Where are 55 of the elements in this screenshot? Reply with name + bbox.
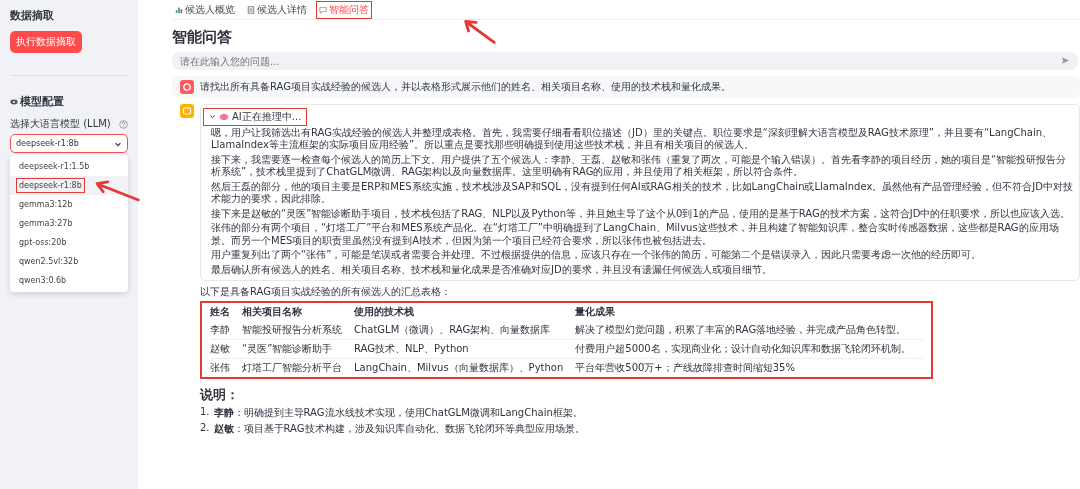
list-number: 2. xyxy=(200,422,210,435)
field-label: 选择大语言模型 (LLM) xyxy=(10,117,111,131)
table-cell: 张伟 xyxy=(210,358,242,377)
table-cell: RAG技术、NLP、Python xyxy=(354,339,576,359)
section-heading: 模型配置 xyxy=(20,94,64,109)
note-text: 赵敏：项目基于RAG技术构建，涉及知识库自动化、数据飞轮闭环等典型应用场景。 xyxy=(213,422,585,436)
speech-bubble-icon xyxy=(319,5,327,14)
page-title: 智能问答 xyxy=(172,28,232,47)
question-field[interactable]: 请在此输入您的问题... xyxy=(172,52,1078,70)
user-message: 请找出所有具备RAG项目实战经验的候选人，并以表格形式展示他们的姓名、相关项目名称、使用的技术栈和量化成果。 xyxy=(200,80,731,94)
brain-icon xyxy=(219,112,229,121)
help-icon[interactable] xyxy=(119,119,128,129)
dropdown-option[interactable]: gemma3:27b xyxy=(10,214,128,233)
dropdown-option[interactable]: gemma3:12b xyxy=(10,195,128,214)
reasoning-paragraph: 嗯，用户让我筛选出有RAG实战经验的候选人并整理成表格。首先，我需要仔细看看职位描述（JD）里的关键点。职位要求是“深刻理解大语言模型及RAG技术原理”，并且要有“LangChain、LlamaIndex等主流框架的实际项目应用经验”。所以重点是要找那些明确提到使用这些技术栈，并且有相关项目的候选人。 xyxy=(211,126,1054,152)
dropdown-option[interactable]: qwen2.5vl:32b xyxy=(10,252,128,271)
column-header: 量化成果 xyxy=(575,305,617,319)
tab[interactable]: 候选人概览 xyxy=(172,0,238,19)
table-cell: 平台年营收500万+；产线故障排查时间缩短35% xyxy=(575,358,923,377)
column-header: 使用的技术栈 xyxy=(354,303,576,321)
dropdown-option[interactable]: deepseek-r1:1.5b xyxy=(10,157,128,176)
section-heading: 数据摘取 xyxy=(10,8,55,23)
send-icon[interactable] xyxy=(1061,56,1070,65)
reasoning-paragraph: 接下来是赵敏的“灵医”智能诊断助手项目，技术栈包括了RAG、NLP以及Python等，并且她主导了这个从0到1的产品，使用的是基于RAG的技术方案，这符合JD中的任职要求，所以也应该入选。 xyxy=(211,207,1072,220)
table-cell: LangChain、Milvus（向量数据库）、Python xyxy=(354,358,576,377)
table-cell: 解决了模型幻觉问题，积累了丰富的RAG落地经验，并完成产品角色转型。 xyxy=(575,321,923,340)
notes-heading: 说明： xyxy=(200,386,240,404)
column-header: 相关项目名称 xyxy=(242,303,354,321)
model-select[interactable]: deepseek-r1:8b xyxy=(10,134,128,153)
reasoning-paragraph: 最后确认所有候选人的姓名、相关项目名称、技术栈和量化成果是否准确对应JD的要求，并且没有遗漏任何候选人或项目细节。 xyxy=(211,263,773,276)
column-header: 姓名 xyxy=(210,303,242,321)
reasoning-paragraph: 然后王磊的部分，他的项目主要是ERP和MES系统实施，技术栈涉及SAP和SQL，没有提到任何AI或RAG相关的技术，比如LangChain或LlamaIndex。虽然他有产品管理经验，但不符合JD中对技术能力的要求，因此排除。 xyxy=(211,180,1073,206)
reasoning-paragraph: 用户重复列出了两个“张伟”，可能是笔误或者需要合并处理。不过根据提供的信息，应该只存在一个张伟的简历，可能第二个是错误录入，因此只需要考虑一次他的经历即可。 xyxy=(211,249,983,262)
dropdown-option[interactable]: qwen3:0.6b xyxy=(10,271,128,290)
summary-text: 以下是具备RAG项目实战经验的所有候选人的汇总表格： xyxy=(200,285,452,299)
reasoning-toggle[interactable]: AI正在推理中... xyxy=(203,107,308,126)
table-cell: 灯塔工厂智能分析平台 xyxy=(242,358,354,377)
note-text: 李静：明确提到主导RAG流水线技术实现，使用ChatGLM微调和LangChain框架。 xyxy=(213,406,583,420)
dropdown-option[interactable]: deepseek-r1:8b xyxy=(10,176,128,195)
assistant-avatar-icon xyxy=(180,104,194,118)
bar-chart-icon xyxy=(175,5,183,14)
user-avatar-icon xyxy=(180,80,194,94)
table-cell: 赵敏 xyxy=(210,339,242,359)
chevron-icon xyxy=(209,113,216,120)
table-cell: 智能投研报告分析系统 xyxy=(242,321,354,340)
document-icon xyxy=(247,5,255,14)
reasoning-paragraph: 张伟的部分有两个项目，“灯塔工厂”平台和MES系统产品化。在“灯塔工厂”中明确提到了LangChain、Milvus这些技术，并且构建了智能知识库，整合实时传感器数据，这些都是RAG的应用场景。而另一个MES项目的职责里虽然没有提到AI技术，但因为第一个项目已经符合要求，所以张伟也被包括进去。 xyxy=(211,222,1060,247)
dropdown-option[interactable]: gpt-oss:20b xyxy=(10,233,128,252)
table-cell: “灵医”智能诊断助手 xyxy=(242,339,354,359)
table-cell: ChatGLM（微调）、RAG架构、向量数据库 xyxy=(354,321,576,340)
table-cell: 李静 xyxy=(210,321,242,340)
table-cell: 付费用户超5000名，实现商业化；设计自动化知识库和数据飞轮闭环机制。 xyxy=(575,339,923,359)
tab[interactable]: 候选人详情 xyxy=(244,0,310,19)
reasoning-paragraph: 接下来，我需要逐一检查每个候选人的简历上下文。用户提供了五个候选人：李静、王磊、赵敏和张伟（重复了两次，可能是个输入错误）。首先看李静的项目经历，她的项目是“智能投研报告分析系统”，技术栈里提到了ChatGLM微调、RAG架构以及向量数据库。这里明确有RAG的应用，并且使用了相关框架，所以符合条件。 xyxy=(211,153,1068,179)
list-number: 1. xyxy=(200,406,210,419)
